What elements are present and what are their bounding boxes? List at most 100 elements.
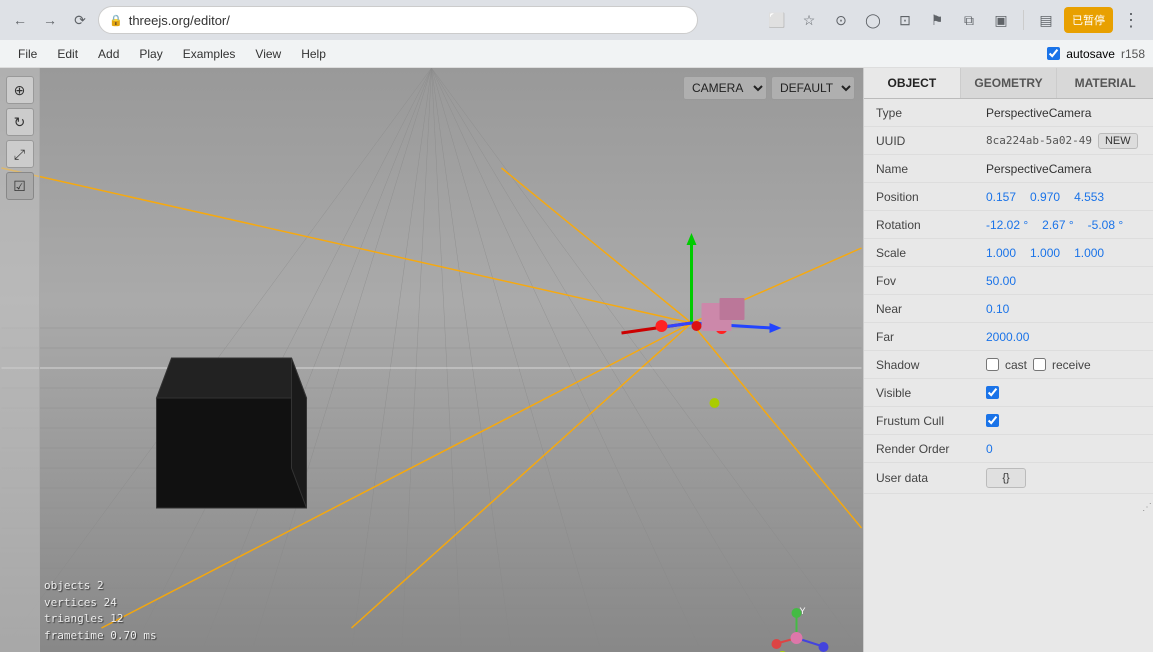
- viewport-controls: CAMERA DEFAULT DEFAULT FRONT SIDE TOP: [683, 76, 855, 100]
- scene-3d: Y: [0, 68, 863, 652]
- prop-fov-row: Fov 50.00: [864, 267, 1153, 295]
- fov-value[interactable]: 50.00: [986, 274, 1016, 288]
- translate-tool[interactable]: ⊕: [6, 76, 34, 104]
- shadow-cast-checkbox[interactable]: [986, 358, 999, 371]
- far-value[interactable]: 2000.00: [986, 330, 1029, 344]
- name-value: PerspectiveCamera: [986, 162, 1091, 176]
- prop-name-row: Name PerspectiveCamera: [864, 155, 1153, 183]
- near-label: Near: [876, 302, 986, 316]
- reload-button[interactable]: ⟳: [68, 8, 92, 32]
- scale-values: 1.000 1.000 1.000: [986, 246, 1104, 260]
- address-bar[interactable]: 🔒 threejs.org/editor/: [98, 6, 698, 34]
- menu-examples[interactable]: Examples: [173, 43, 246, 65]
- position-z[interactable]: 4.553: [1074, 190, 1104, 204]
- menu-view[interactable]: View: [245, 43, 291, 65]
- scale-label: Scale: [876, 246, 986, 260]
- rotate-tool[interactable]: ↻: [6, 108, 34, 136]
- panel-tabs: OBJECT GEOMETRY MATERIAL: [864, 68, 1153, 99]
- prop-near-row: Near 0.10: [864, 295, 1153, 323]
- prop-rotation-row: Rotation -12.02 ° 2.67 ° -5.08 °: [864, 211, 1153, 239]
- stat-triangles: triangles 12: [44, 611, 157, 628]
- rotation-y[interactable]: 2.67 °: [1042, 218, 1074, 232]
- near-value[interactable]: 0.10: [986, 302, 1009, 316]
- shadow-label: Shadow: [876, 358, 986, 372]
- resize-area: ⋰: [864, 494, 1153, 514]
- cast-icon-btn[interactable]: ⬜: [763, 6, 791, 34]
- rotation-label: Rotation: [876, 218, 986, 232]
- visible-checkbox[interactable]: [986, 386, 999, 399]
- view-select[interactable]: DEFAULT FRONT SIDE TOP: [771, 76, 855, 100]
- puzzle-icon-btn[interactable]: ⧉: [955, 6, 983, 34]
- camera-icon-btn[interactable]: ⊡: [891, 6, 919, 34]
- tab-geometry[interactable]: GEOMETRY: [961, 68, 1058, 98]
- profile-button[interactable]: 已暂停: [1064, 7, 1113, 33]
- frustum-cull-checkbox[interactable]: [986, 414, 999, 427]
- browser-toolbar: ⬜ ☆ ⊙ ◯ ⊡ ⚑ ⧉ ▣ ▤ 已暂停 ⋮: [763, 6, 1145, 34]
- tab-material[interactable]: MATERIAL: [1057, 68, 1153, 98]
- menu-bar: File Edit Add Play Examples View Help au…: [0, 40, 1153, 68]
- viewport[interactable]: Y ⊕ ↻ ⤢ ☑: [0, 68, 863, 652]
- prop-type-row: Type PerspectiveCamera: [864, 99, 1153, 127]
- fov-label: Fov: [876, 274, 986, 288]
- autosave-checkbox[interactable]: [1047, 47, 1060, 60]
- viewport-canvas[interactable]: Y ⊕ ↻ ⤢ ☑: [0, 68, 863, 652]
- tab-object[interactable]: OBJECT: [864, 68, 961, 98]
- uuid-label: UUID: [876, 134, 986, 148]
- main-layout: Y ⊕ ↻ ⤢ ☑: [0, 68, 1153, 652]
- forward-button[interactable]: →: [38, 8, 62, 32]
- url-text: threejs.org/editor/: [129, 13, 230, 28]
- user-data-button[interactable]: {}: [986, 468, 1026, 488]
- back-button[interactable]: ←: [8, 8, 32, 32]
- type-label: Type: [876, 106, 986, 120]
- shadow-receive-checkbox[interactable]: [1033, 358, 1046, 371]
- position-values: 0.157 0.970 4.553: [986, 190, 1104, 204]
- separator: [1023, 10, 1024, 30]
- stat-vertices: vertices 24: [44, 595, 157, 612]
- uuid-area: 8ca224ab-5a02-49 NEW: [986, 133, 1138, 149]
- scale-tool[interactable]: ⤢: [6, 140, 34, 168]
- prop-frustum-row: Frustum Cull: [864, 407, 1153, 435]
- select-tool[interactable]: ☑: [6, 172, 34, 200]
- browser-navigation: ← → ⟳ 🔒 threejs.org/editor/ ⬜ ☆ ⊙ ◯ ⊡ ⚑ …: [0, 0, 1153, 40]
- shadow-receive-label: receive: [1052, 358, 1091, 372]
- rotation-z[interactable]: -5.08 °: [1088, 218, 1123, 232]
- rotation-x[interactable]: -12.02 °: [986, 218, 1028, 232]
- scale-x[interactable]: 1.000: [986, 246, 1016, 260]
- prop-uuid-row: UUID 8ca224ab-5a02-49 NEW: [864, 127, 1153, 155]
- rotation-values: -12.02 ° 2.67 ° -5.08 °: [986, 218, 1123, 232]
- menu-help[interactable]: Help: [291, 43, 336, 65]
- sidebar-icon-btn[interactable]: ▤: [1032, 6, 1060, 34]
- prop-far-row: Far 2000.00: [864, 323, 1153, 351]
- uuid-new-button[interactable]: NEW: [1098, 133, 1138, 149]
- prop-shadow-row: Shadow cast receive: [864, 351, 1153, 379]
- resize-handle[interactable]: ⋰: [1141, 502, 1153, 514]
- panel-content: Type PerspectiveCamera UUID 8ca224ab-5a0…: [864, 99, 1153, 652]
- menu-file[interactable]: File: [8, 43, 47, 65]
- flag-icon-btn[interactable]: ⚑: [923, 6, 951, 34]
- menu-edit[interactable]: Edit: [47, 43, 88, 65]
- prop-position-row: Position 0.157 0.970 4.553: [864, 183, 1153, 211]
- visible-label: Visible: [876, 386, 986, 400]
- account-icon-btn[interactable]: ◯: [859, 6, 887, 34]
- wallet-icon-btn[interactable]: ▣: [987, 6, 1015, 34]
- svg-text:Y: Y: [800, 606, 806, 616]
- position-x[interactable]: 0.157: [986, 190, 1016, 204]
- far-label: Far: [876, 330, 986, 344]
- scale-y[interactable]: 1.000: [1030, 246, 1060, 260]
- bookmark-icon-btn[interactable]: ☆: [795, 6, 823, 34]
- render-order-value[interactable]: 0: [986, 442, 993, 456]
- prop-visible-row: Visible: [864, 379, 1153, 407]
- scale-z[interactable]: 1.000: [1074, 246, 1104, 260]
- camera-select[interactable]: CAMERA DEFAULT: [683, 76, 767, 100]
- stat-objects: objects 2: [44, 578, 157, 595]
- toolbar-left: ⊕ ↻ ⤢ ☑: [0, 68, 40, 652]
- prop-render-order-row: Render Order 0: [864, 435, 1153, 463]
- position-y[interactable]: 0.970: [1030, 190, 1060, 204]
- stat-frametime: frametime 0.70 ms: [44, 628, 157, 645]
- menu-add[interactable]: Add: [88, 43, 129, 65]
- chrome-icon-btn[interactable]: ⊙: [827, 6, 855, 34]
- menu-play[interactable]: Play: [129, 43, 172, 65]
- type-value: PerspectiveCamera: [986, 106, 1091, 120]
- menu-button[interactable]: ⋮: [1117, 6, 1145, 34]
- version-badge: r158: [1121, 47, 1145, 61]
